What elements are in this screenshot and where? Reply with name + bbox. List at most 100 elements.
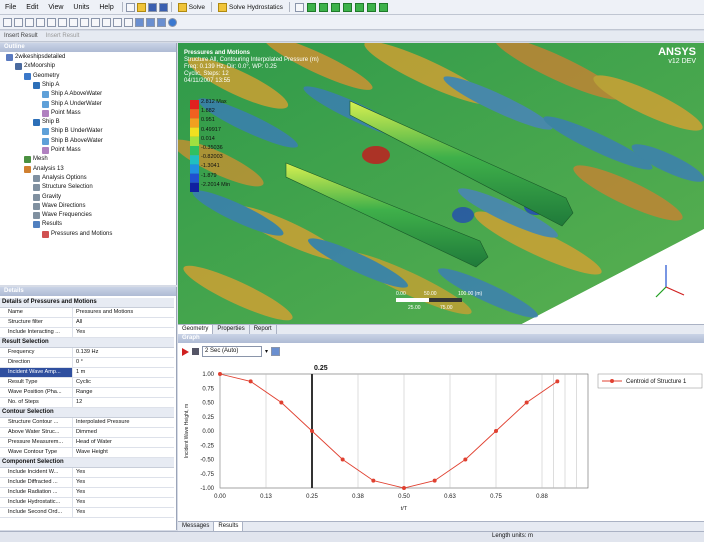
tree-item[interactable]: Geometry <box>24 72 59 81</box>
zoom-in-icon[interactable] <box>25 17 34 27</box>
tree-item[interactable]: Wave Directions <box>33 202 85 211</box>
property-value[interactable]: Cyclic <box>73 378 174 387</box>
property-value[interactable]: 0.139 Hz <box>73 348 174 357</box>
property-value[interactable]: Yes <box>73 328 174 337</box>
next-view-icon[interactable] <box>124 17 133 27</box>
property-value[interactable]: All <box>73 318 174 327</box>
stop-icon[interactable] <box>192 348 199 355</box>
select-icon[interactable] <box>91 17 100 27</box>
details-row[interactable]: Include Second Ord... Yes <box>0 508 174 518</box>
cube-icon[interactable] <box>146 17 155 27</box>
tree-item[interactable]: Point Mass <box>42 146 81 155</box>
property-value[interactable]: Yes <box>73 488 174 497</box>
details-row[interactable]: Name Pressures and Motions <box>0 308 174 318</box>
pan-icon[interactable] <box>14 17 23 27</box>
tree-item[interactable]: Gravity <box>33 193 61 202</box>
tree-item[interactable]: Results <box>33 220 62 229</box>
property-value[interactable]: Pressures and Motions <box>73 308 174 317</box>
property-value[interactable]: Wave Height <box>73 448 174 457</box>
details-section-header[interactable]: Contour Selection <box>0 408 174 418</box>
tab-report[interactable]: Report <box>250 325 277 334</box>
insert-result-icon[interactable] <box>366 2 376 12</box>
property-value[interactable]: Interpolated Pressure <box>73 418 174 427</box>
isometric-icon[interactable] <box>102 17 111 27</box>
menu-view[interactable]: View <box>43 4 68 11</box>
property-value[interactable]: Dimmed <box>73 428 174 437</box>
tree-item[interactable]: Analysis 13 <box>24 165 64 174</box>
tree-item[interactable]: 2wikeshipsdetailed <box>6 53 65 62</box>
magnifier-icon[interactable] <box>69 17 78 27</box>
menu-units[interactable]: Units <box>68 4 94 11</box>
tree-item[interactable]: Ship B UnderWater <box>42 127 102 136</box>
insert-result-icon[interactable] <box>378 2 388 12</box>
tree-item[interactable]: Analysis Options <box>33 174 87 183</box>
property-value[interactable]: Head of Water <box>73 438 174 447</box>
tab-properties[interactable]: Properties <box>213 325 250 334</box>
open-folder-icon[interactable] <box>136 2 146 12</box>
tab-results[interactable]: Results <box>214 522 244 531</box>
details-row[interactable]: Frequency 0.139 Hz <box>0 348 174 358</box>
details-row[interactable]: Wave Position (Pha... Range <box>0 388 174 398</box>
tree-item[interactable]: Ship A UnderWater <box>42 100 102 109</box>
details-row[interactable]: Include Interacting ... Yes <box>0 328 174 338</box>
details-section-header[interactable]: Details of Pressures and Motions <box>0 298 174 308</box>
details-row[interactable]: No. of Steps 12 <box>0 398 174 408</box>
details-row[interactable]: Above Water Struc... Dimmed <box>0 428 174 438</box>
solve-button[interactable]: Solve <box>175 2 208 12</box>
export-icon[interactable] <box>271 347 281 356</box>
save-icon[interactable] <box>147 2 157 12</box>
details-row[interactable]: Include Hydrostatic... Yes <box>0 498 174 508</box>
details-row[interactable]: Structure Contour ... Interpolated Pressu… <box>0 418 174 428</box>
property-value[interactable]: 12 <box>73 398 174 407</box>
probe-icon[interactable] <box>294 2 304 12</box>
tree-item[interactable]: Mesh <box>24 155 48 164</box>
details-row[interactable]: Wave Contour Type Wave Height <box>0 448 174 458</box>
cube-icon[interactable] <box>135 17 144 27</box>
details-row[interactable]: Include Incident W... Yes <box>0 468 174 478</box>
property-value[interactable]: Yes <box>73 508 174 517</box>
details-row[interactable]: Structure filter All <box>0 318 174 328</box>
tree-item[interactable]: Ship B AboveWater <box>42 137 103 146</box>
insert-result-icon[interactable] <box>318 2 328 12</box>
solve-hydrostatics-button[interactable]: Solve Hydrostatics <box>215 2 286 12</box>
property-value[interactable]: 1 m <box>73 368 174 377</box>
zoom-out-icon[interactable] <box>36 17 45 27</box>
details-section-header[interactable]: Result Selection <box>0 338 174 348</box>
new-file-icon[interactable] <box>125 2 135 12</box>
tree-item[interactable]: Ship A AboveWater <box>42 90 102 99</box>
details-row[interactable]: Incident Wave Amp... 1 m <box>0 368 174 378</box>
details-row[interactable]: Include Diffracted ... Yes <box>0 478 174 488</box>
tree-item[interactable]: Point Mass <box>42 109 81 118</box>
chevron-down-icon[interactable]: ▾ <box>265 348 268 355</box>
menu-help[interactable]: Help <box>94 4 118 11</box>
cube-icon[interactable] <box>157 17 166 27</box>
details-section-header[interactable]: Component Selection <box>0 458 174 468</box>
fit-view-icon[interactable] <box>80 17 89 27</box>
tree-item[interactable]: Pressures and Motions <box>42 230 112 239</box>
property-value[interactable]: Yes <box>73 468 174 477</box>
tree-item[interactable]: Wave Frequencies <box>33 211 92 220</box>
tree-item[interactable]: Ship B <box>33 118 60 127</box>
globe-icon[interactable] <box>168 17 177 27</box>
rotate-icon[interactable] <box>3 17 12 27</box>
property-value[interactable]: Yes <box>73 478 174 487</box>
property-value[interactable]: Range <box>73 388 174 397</box>
zoom-fit-icon[interactable] <box>58 17 67 27</box>
zoom-box-icon[interactable] <box>47 17 56 27</box>
insert-result-icon[interactable] <box>330 2 340 12</box>
insert-result-button[interactable]: Insert Result <box>4 33 38 39</box>
details-row[interactable]: Direction 0 ° <box>0 358 174 368</box>
play-icon[interactable] <box>182 347 189 356</box>
menu-edit[interactable]: Edit <box>21 4 43 11</box>
graphics-viewport[interactable]: Pressures and Motions Structure All, Con… <box>178 43 704 326</box>
previous-view-icon[interactable] <box>113 17 122 27</box>
insert-result-icon[interactable] <box>306 2 316 12</box>
insert-result-dropdown[interactable]: Insert Result <box>46 33 80 39</box>
tree-item[interactable]: 2xMoorship <box>15 62 55 71</box>
details-row[interactable]: Result Type Cyclic <box>0 378 174 388</box>
property-value[interactable]: 0 ° <box>73 358 174 367</box>
tab-geometry[interactable]: Geometry <box>178 325 214 334</box>
insert-result-icon[interactable] <box>342 2 352 12</box>
tree-item[interactable]: Ship A <box>33 81 59 90</box>
details-row[interactable]: Include Radiation ... Yes <box>0 488 174 498</box>
